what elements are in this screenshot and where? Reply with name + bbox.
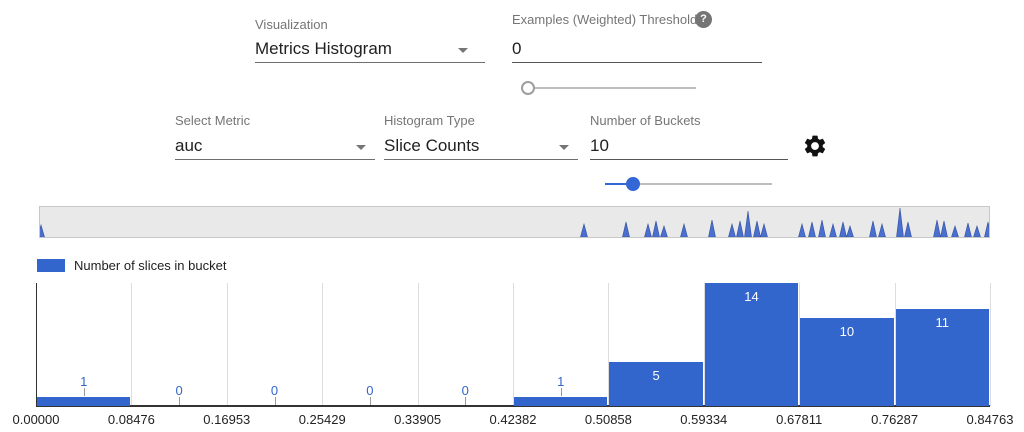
select-metric-label: Select Metric [175,113,250,128]
slice-overview-strip[interactable] [39,206,990,238]
bar-value-label: 10 [799,324,894,339]
bar-annotation-stem [275,397,276,405]
x-tick-label: 0.16953 [180,412,274,427]
num-buckets-input[interactable]: 10 [590,136,788,156]
slice-overview-spikes [40,207,989,237]
x-tick-label: 0.25429 [275,412,369,427]
visualization-value[interactable]: Metrics Histogram [255,39,485,59]
help-icon[interactable]: ? [695,11,712,28]
select-metric-underline [175,159,375,160]
bar-annotation-stem [465,397,466,405]
threshold-value[interactable]: 0 [512,39,762,59]
x-tick-label: 0.67811 [752,412,846,427]
bar-value-label: 0 [131,383,226,398]
num-buckets-label: Number of Buckets [590,113,701,128]
chevron-down-icon[interactable] [356,145,366,150]
chevron-down-icon[interactable] [559,145,569,150]
select-metric-dropdown[interactable]: auc [175,136,375,156]
x-tick-label: 0.84763 [943,412,1024,427]
visualization-label: Visualization [255,17,328,32]
x-tick-label: 0.76287 [848,412,942,427]
num-buckets-slider-thumb[interactable] [626,177,640,191]
gridline [990,283,991,406]
legend-swatch [37,259,65,272]
x-tick-label: 0.59334 [657,412,751,427]
threshold-slider-track[interactable] [528,87,696,89]
chevron-down-icon[interactable] [458,48,468,53]
x-tick-label: 0.00000 [0,412,83,427]
bar-value-label: 0 [418,383,513,398]
bar-value-label: 5 [608,368,703,383]
threshold-underline [512,62,762,63]
legend-label: Number of slices in bucket [74,258,226,273]
bar-value-label: 14 [704,289,799,304]
x-tick-label: 0.33905 [371,412,465,427]
chart-legend: Number of slices in bucket [37,258,226,273]
histogram-type-underline [384,159,578,160]
bar-annotation-stem [370,397,371,405]
threshold-slider-thumb[interactable] [521,81,535,95]
histogram-type-label: Histogram Type [384,113,475,128]
x-tick-label: 0.42382 [466,412,560,427]
threshold-input[interactable]: 0 [512,39,762,59]
select-metric-value[interactable]: auc [175,136,375,156]
visualization-underline [255,62,485,63]
bar-value-label: 0 [322,383,417,398]
num-buckets-value[interactable]: 10 [590,136,788,156]
bar-annotation-stem [84,388,85,396]
metrics-histogram-chart[interactable]: 0.000000.084760.169530.254290.339050.423… [0,281,1024,432]
settings-gear-icon[interactable] [802,133,828,159]
bar-annotation-stem [561,388,562,396]
histogram-bar[interactable] [514,397,607,406]
x-tick-label: 0.08476 [84,412,178,427]
bar-value-label: 11 [895,315,990,330]
bar-value-label: 0 [227,383,322,398]
bar-annotation-stem [179,397,180,405]
visualization-dropdown[interactable]: Metrics Histogram [255,39,485,59]
x-tick-label: 0.50858 [561,412,655,427]
num-buckets-underline [590,159,788,160]
bar-value-label: 1 [36,374,131,389]
histogram-bar[interactable] [37,397,130,406]
histogram-type-dropdown[interactable]: Slice Counts [384,136,578,156]
threshold-label: Examples (Weighted) Threshold [512,12,697,27]
bar-value-label: 1 [513,374,608,389]
histogram-type-value[interactable]: Slice Counts [384,136,578,156]
